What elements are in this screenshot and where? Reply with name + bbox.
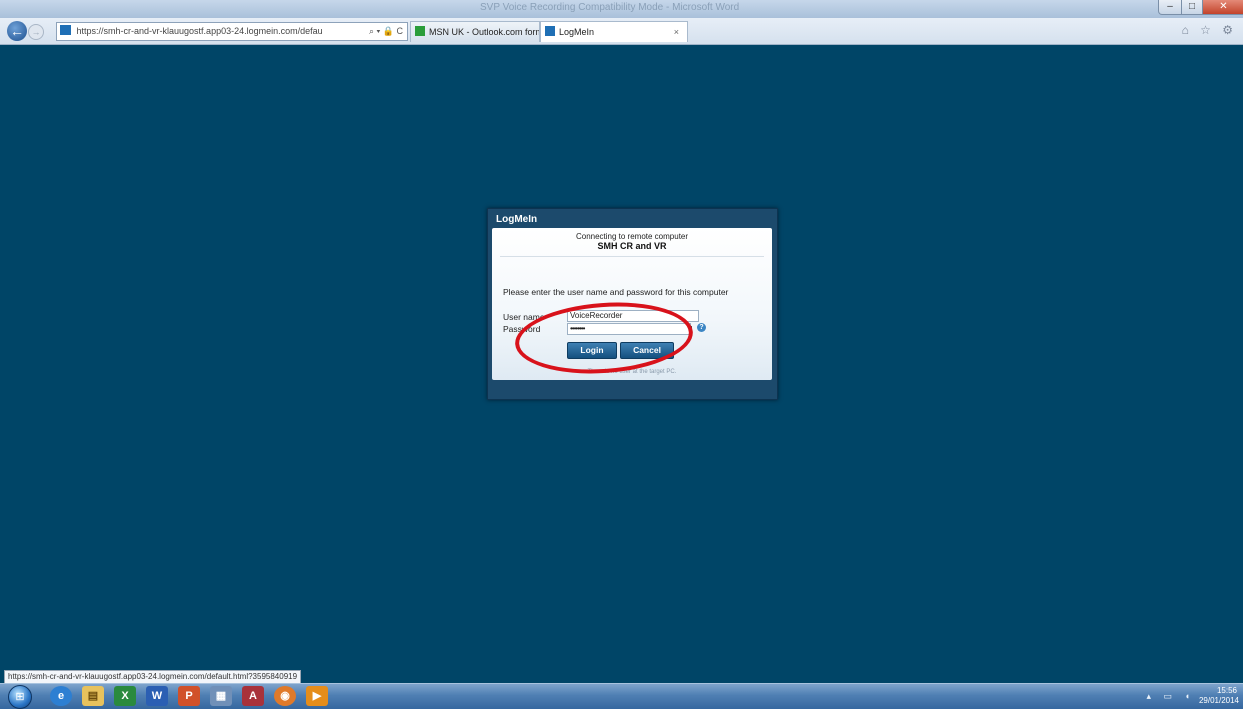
clock-date[interactable]: 29/01/2014 [1199,696,1239,705]
media-player-icon[interactable]: ▶ [306,686,328,706]
firefox-icon[interactable]: ◉ [274,686,296,706]
taskbar: ⊞ e ▤ X W P ▦ A ◉ ▶ ▴ ▭ ◖ 15:56 29/01/20… [0,683,1243,709]
tab-label: LogMeIn [559,27,595,37]
help-icon[interactable]: ? [697,323,706,332]
forward-button[interactable]: → [28,24,44,40]
logmein-icon [545,26,555,36]
msn-icon [415,26,425,36]
word-icon[interactable]: W [146,686,168,706]
browser-toolbar: ← → https://smh-cr-and-vr-klauugostf.app… [0,18,1243,45]
tab-msn[interactable]: MSN UK - Outlook.com forme... [410,21,540,42]
logmein-favicon-icon [60,25,71,35]
home-favorites-tools-icons[interactable]: ⌂ ☆ ⚙ [1182,23,1237,37]
maximize-button[interactable]: □ [1181,0,1203,15]
close-window-button[interactable]: ✕ [1202,0,1243,15]
tab-label: MSN UK - Outlook.com forme... [429,27,539,37]
footer-note: There is no user at the target PC. [587,369,677,375]
host-name: SMH CR and VR [597,241,667,251]
address-controls[interactable]: ⌕ ▾ 🔒 C [369,23,403,40]
connecting-text: Connecting to remote computer [575,232,689,241]
status-bar-url: https://smh-cr-and-vr-klauugostf.app03-2… [4,670,302,684]
access-icon[interactable]: A [242,686,264,706]
calculator-icon[interactable]: ▦ [210,686,232,706]
address-url: https://smh-cr-and-vr-klauugostf.app03-2… [76,26,322,36]
window-titlebar: SVP Voice Recording Compatibility Mode -… [0,0,1243,18]
divider [500,256,764,257]
address-bar[interactable]: https://smh-cr-and-vr-klauugostf.app03-2… [56,22,408,41]
back-button[interactable]: ← [7,21,27,41]
file-explorer-icon[interactable]: ▤ [82,686,104,706]
start-button[interactable]: ⊞ [8,685,32,709]
minimize-button[interactable]: – [1158,0,1182,15]
tab-close-icon[interactable]: × [674,22,679,42]
window-title: SVP Voice Recording Compatibility Mode -… [480,2,740,13]
tab-logmein[interactable]: LogMeIn × [540,21,688,42]
internet-explorer-icon[interactable]: e [50,686,72,706]
dialog-title: LogMeIn [496,214,538,225]
system-tray-icons[interactable]: ▴ ▭ ◖ [1147,691,1195,702]
powerpoint-icon[interactable]: P [178,686,200,706]
clock-time[interactable]: 15:56 [1217,686,1237,695]
login-prompt: Please enter the user name and password … [503,287,729,297]
excel-icon[interactable]: X [114,686,136,706]
